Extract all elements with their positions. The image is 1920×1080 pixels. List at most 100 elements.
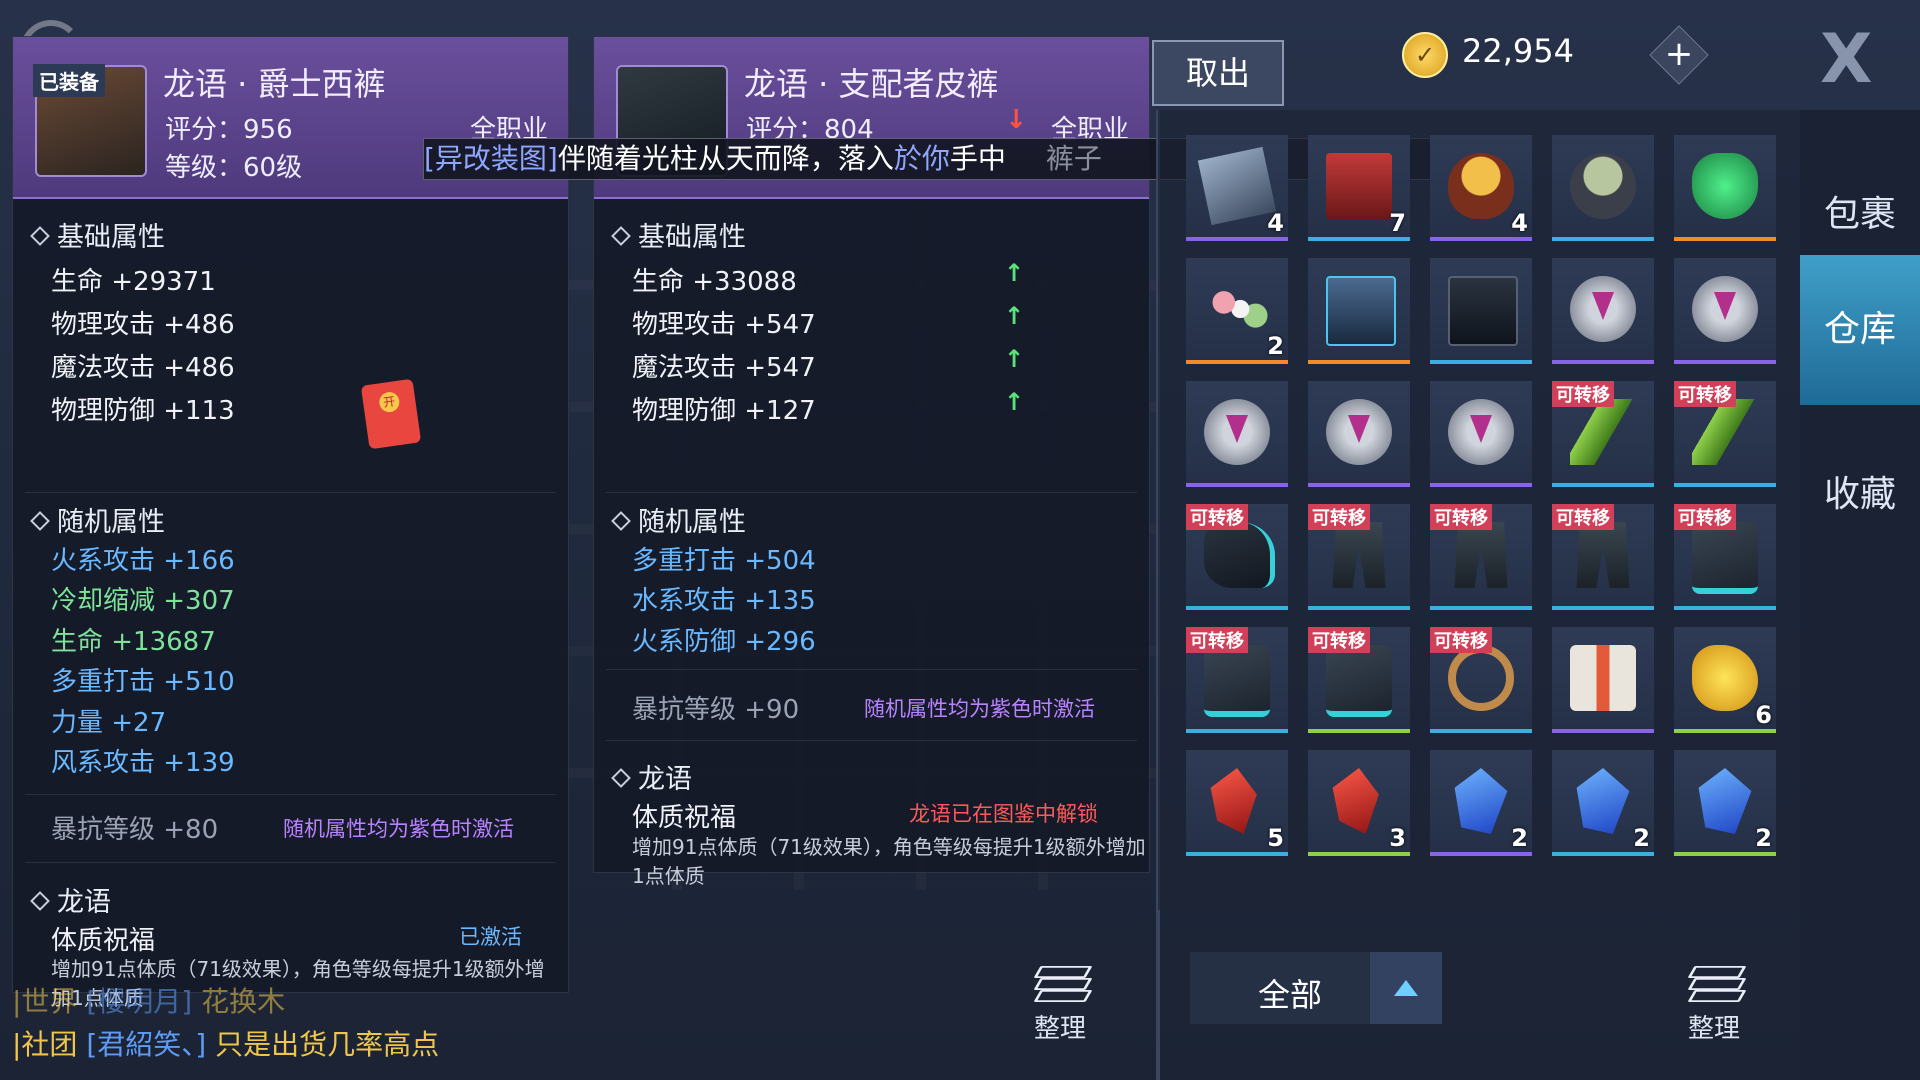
- inventory-slot[interactable]: 2: [1552, 750, 1654, 856]
- transferable-badge: 可转移: [1430, 627, 1492, 653]
- inventory-slot[interactable]: [1552, 627, 1654, 733]
- inventory-slot[interactable]: 可转移: [1674, 381, 1776, 487]
- random-stat: 水系攻击 +135: [632, 586, 816, 616]
- layers-icon: [1033, 962, 1093, 1002]
- rarity-bar: [1552, 360, 1654, 364]
- transferable-badge: 可转移: [1552, 504, 1614, 530]
- item-count: 3: [1389, 824, 1406, 852]
- inventory-slot[interactable]: 可转移: [1186, 627, 1288, 733]
- transferable-badge: 可转移: [1186, 504, 1248, 530]
- inventory-slot[interactable]: 7: [1308, 135, 1410, 241]
- pants-icon: [1454, 522, 1508, 588]
- gift-icon: [1570, 645, 1636, 711]
- inventory-slot[interactable]: 可转移: [1430, 627, 1532, 733]
- rarity-bar: [1430, 360, 1532, 364]
- layers-icon: [1687, 962, 1747, 1002]
- crit-resist-stat: 暴抗等级 +90: [632, 695, 800, 725]
- inventory-slot[interactable]: 4: [1430, 135, 1532, 241]
- inventory-slot[interactable]: [1308, 258, 1410, 364]
- inventory-slot[interactable]: 4: [1186, 135, 1288, 241]
- rarity-bar: [1430, 729, 1532, 733]
- chat-line[interactable]: |世界 [樱明月] 花换木: [12, 980, 285, 1020]
- inventory-slot[interactable]: [1186, 381, 1288, 487]
- inventory-slot[interactable]: 3: [1308, 750, 1410, 856]
- chat-channel: |社团: [12, 1028, 78, 1061]
- inventory-slot[interactable]: 可转移: [1674, 504, 1776, 610]
- transferable-badge: 可转移: [1308, 504, 1370, 530]
- rarity-bar: [1674, 483, 1776, 487]
- inventory-slot[interactable]: [1552, 135, 1654, 241]
- inventory-slot[interactable]: 可转移: [1552, 504, 1654, 610]
- base-stat: 生命 +33088: [632, 267, 797, 297]
- rarity-bar: [1430, 237, 1532, 241]
- inventory-slot[interactable]: 可转移: [1186, 504, 1288, 610]
- rarity-bar: [1552, 237, 1654, 241]
- random-stat: 风系攻击 +139: [51, 748, 235, 778]
- rarity-bar: [1186, 606, 1288, 610]
- divider: [25, 794, 556, 795]
- inventory-slot[interactable]: 可转移: [1308, 504, 1410, 610]
- rarity-bar: [1430, 606, 1532, 610]
- gear-icon: [1326, 399, 1392, 465]
- random-stat: 多重打击 +504: [632, 546, 816, 576]
- red-packet-icon[interactable]: 开: [360, 378, 422, 450]
- base-stat: 物理防御 +113: [51, 396, 235, 426]
- item-score: 评分：956: [165, 115, 293, 145]
- banner-text: 伴随着光柱从天而降，落入: [557, 142, 894, 175]
- filter-expand-button[interactable]: [1370, 952, 1442, 1024]
- inventory-slot[interactable]: 5: [1186, 750, 1288, 856]
- sort-warehouse-button[interactable]: 整理: [1674, 962, 1754, 1045]
- inventory-slot[interactable]: 可转移: [1552, 381, 1654, 487]
- rarity-bar: [1308, 606, 1410, 610]
- rarity-bar: [1552, 729, 1654, 733]
- inventory-slot[interactable]: [1552, 258, 1654, 364]
- inventory-slot[interactable]: 可转移: [1430, 504, 1532, 610]
- crit-resist-note: 随机属性均为紫色时激活: [864, 697, 1095, 721]
- tab-favorites[interactable]: 收藏: [1800, 420, 1920, 570]
- item-count: 2: [1511, 824, 1528, 852]
- gear-icon: [1692, 276, 1758, 342]
- transferable-badge: 可转移: [1308, 627, 1370, 653]
- close-button[interactable]: X: [1820, 20, 1872, 99]
- crit-resist-stat: 暴抗等级 +80: [51, 815, 219, 845]
- inventory-slot[interactable]: [1674, 258, 1776, 364]
- glove-icon: [1204, 522, 1275, 588]
- inventory-slot[interactable]: [1430, 381, 1532, 487]
- inventory-slot[interactable]: 2: [1186, 258, 1288, 364]
- boots-icon: [1326, 645, 1392, 717]
- inventory-slot[interactable]: 6: [1674, 627, 1776, 733]
- dragon-title: 龙语: [30, 880, 111, 919]
- inventory-slot[interactable]: 2: [1674, 750, 1776, 856]
- filter-all-label[interactable]: 全部: [1258, 970, 1322, 1016]
- inventory-slot[interactable]: [1430, 258, 1532, 364]
- cake-icon: [1326, 153, 1392, 219]
- rarity-bar: [1186, 360, 1288, 364]
- potion-icon: [1692, 153, 1758, 219]
- base-stat: 魔法攻击 +547: [632, 353, 816, 383]
- item-count: 4: [1511, 209, 1528, 237]
- side-tabs: 包裹 仓库 收藏: [1800, 110, 1920, 1080]
- inventory-slot[interactable]: [1308, 381, 1410, 487]
- chat-line[interactable]: |社团 [君紹笑、] 只是出货几率高点: [12, 1023, 439, 1063]
- inventory-slot[interactable]: 可转移: [1308, 627, 1410, 733]
- diamond-icon: [30, 511, 50, 531]
- dango-icon: [1204, 276, 1270, 342]
- sort-bag-button[interactable]: 整理: [1020, 962, 1100, 1045]
- random-stat: 火系攻击 +166: [51, 546, 235, 576]
- random-stat: 多重打击 +510: [51, 667, 235, 697]
- chat-sender[interactable]: [君紹笑、]: [86, 1028, 206, 1061]
- rarity-bar: [1308, 483, 1410, 487]
- divider: [606, 669, 1137, 670]
- banner-you: 於你: [893, 142, 950, 175]
- banner-faint-text: 裤子: [1045, 142, 1102, 175]
- inventory-slot[interactable]: 2: [1430, 750, 1532, 856]
- chat-sender[interactable]: [樱明月]: [86, 985, 192, 1018]
- add-coin-button[interactable]: +: [1649, 25, 1709, 85]
- rarity-bar: [1430, 483, 1532, 487]
- rarity-bar: [1186, 483, 1288, 487]
- card-icon: [1197, 146, 1277, 226]
- pants-icon: [1332, 522, 1386, 588]
- take-out-button[interactable]: 取出: [1152, 40, 1284, 106]
- inventory-slot[interactable]: [1674, 135, 1776, 241]
- tab-warehouse[interactable]: 仓库: [1800, 255, 1920, 405]
